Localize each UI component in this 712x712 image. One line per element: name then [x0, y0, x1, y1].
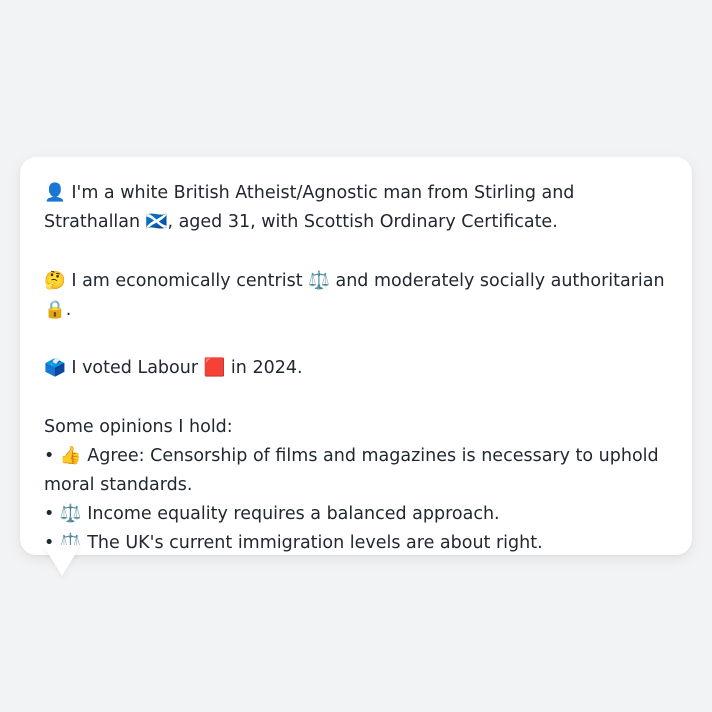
bubble-tail: [43, 545, 81, 576]
opinion-item: • ⚖️ Income equality requires a balanced…: [44, 504, 500, 525]
intro-text: 👤 I'm a white British Atheist/Agnostic m…: [44, 183, 575, 233]
vote-text: 🗳️ I voted Labour 🟥 in 2024.: [44, 358, 303, 379]
opinion-item: • 👍 Agree: Censorship of films and magaz…: [44, 445, 659, 495]
chat-message-bubble: 👤 I'm a white British Atheist/Agnostic m…: [20, 157, 692, 555]
opinion-item: • ⚖️ The UK's current immigration levels…: [44, 533, 543, 554]
ideology-text: 🤔 I am economically centrist ⚖️ and mode…: [44, 270, 665, 320]
opinions-heading: Some opinions I hold:: [44, 416, 233, 437]
